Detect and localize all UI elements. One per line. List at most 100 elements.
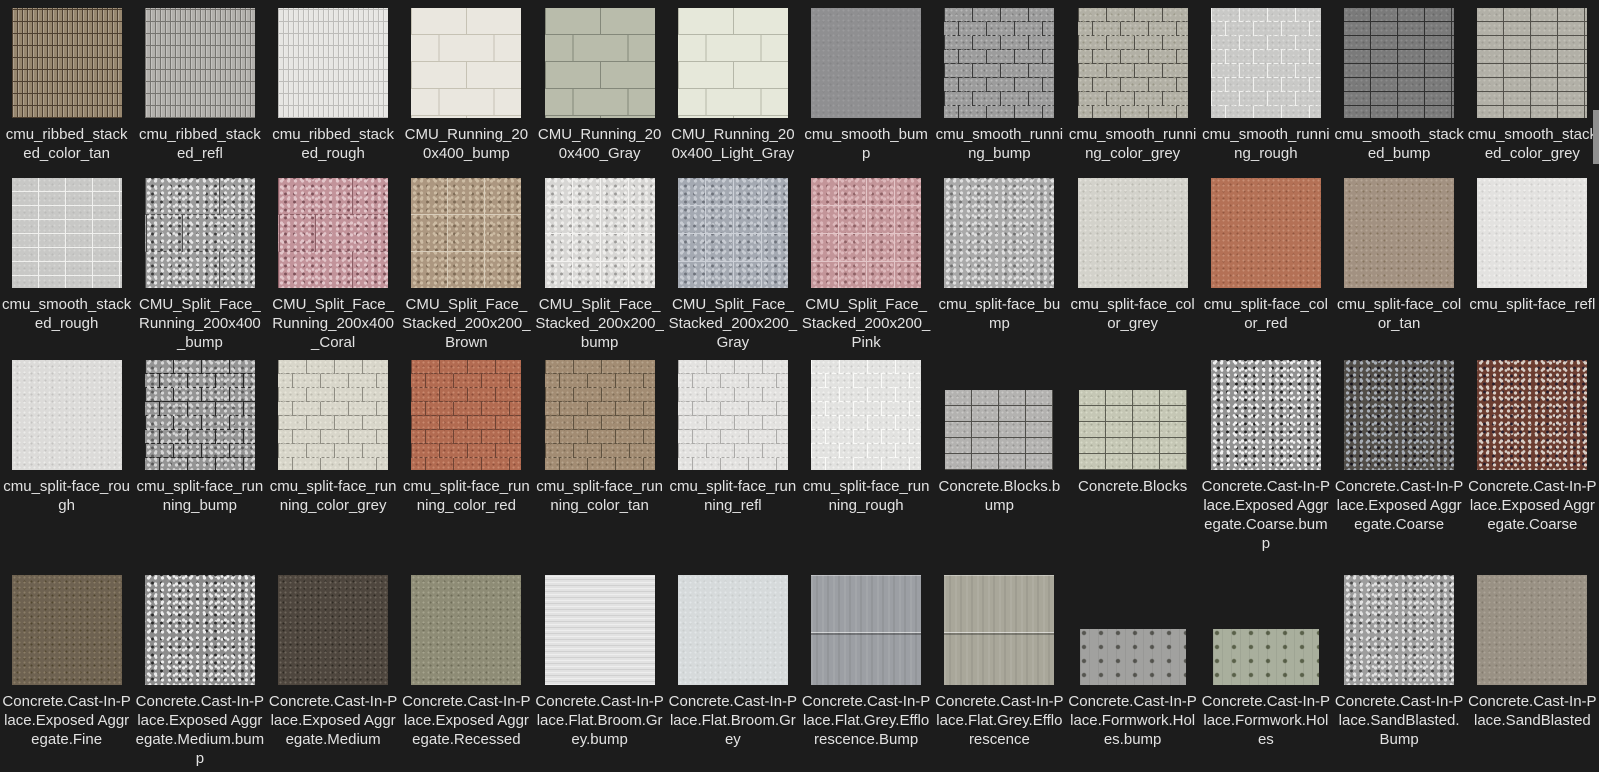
texture-thumb[interactable]	[945, 390, 1053, 470]
material-tile[interactable]: Concrete.Cast-In-Place.Flat.Grey.Efflore…	[800, 570, 933, 772]
texture-thumb[interactable]	[278, 178, 388, 288]
material-tile[interactable]: cmu_smooth_bump	[800, 0, 933, 172]
texture-thumb[interactable]	[12, 360, 122, 470]
texture-thumb[interactable]	[1080, 629, 1186, 685]
material-tile[interactable]: cmu_ribbed_stacked_color_tan	[0, 0, 133, 172]
texture-thumb[interactable]	[278, 8, 388, 118]
material-tile[interactable]: CMU_Split_Face_Stacked_200x200_Brown	[400, 172, 533, 354]
material-tile[interactable]: cmu_split-face_bump	[933, 172, 1066, 354]
material-tile[interactable]: Concrete.Cast-In-Place.SandBlasted.Bump	[1333, 570, 1466, 772]
texture-thumb[interactable]	[678, 8, 788, 118]
texture-thumb[interactable]	[1211, 360, 1321, 470]
texture-thumb[interactable]	[1344, 575, 1454, 685]
material-tile[interactable]: Concrete.Cast-In-Place.Flat.Broom.Grey	[666, 570, 799, 772]
material-tile[interactable]: cmu_ribbed_stacked_refl	[133, 0, 266, 172]
texture-thumb[interactable]	[545, 360, 655, 470]
texture-thumb[interactable]	[811, 8, 921, 118]
texture-label: cmu_smooth_bump	[801, 125, 931, 163]
texture-thumb[interactable]	[545, 178, 655, 288]
texture-thumb[interactable]	[411, 360, 521, 470]
texture-thumb[interactable]	[1078, 8, 1188, 118]
material-tile[interactable]: CMU_Split_Face_Stacked_200x200_bump	[533, 172, 666, 354]
material-tile[interactable]: Concrete.Blocks	[1066, 354, 1199, 570]
material-tile[interactable]: cmu_smooth_running_color_grey	[1066, 0, 1199, 172]
material-tile[interactable]: Concrete.Cast-In-Place.Exposed Aggregate…	[1333, 354, 1466, 570]
texture-thumb-area	[933, 360, 1066, 470]
material-tile[interactable]: CMU_Split_Face_Running_200x400_bump	[133, 172, 266, 354]
material-tile[interactable]: cmu_smooth_stacked_bump	[1333, 0, 1466, 172]
texture-thumb[interactable]	[12, 8, 122, 118]
material-tile[interactable]: CMU_Running_200x400_Gray	[533, 0, 666, 172]
material-tile[interactable]: Concrete.Cast-In-Place.Flat.Grey.Efflore…	[933, 570, 1066, 772]
texture-thumb[interactable]	[411, 575, 521, 685]
texture-thumb[interactable]	[1477, 360, 1587, 470]
texture-thumb[interactable]	[145, 360, 255, 470]
texture-thumb[interactable]	[12, 575, 122, 685]
material-tile[interactable]: cmu_split-face_color_grey	[1066, 172, 1199, 354]
material-tile[interactable]: Concrete.Cast-In-Place.Flat.Broom.Grey.b…	[533, 570, 666, 772]
material-tile[interactable]: cmu_split-face_refl	[1466, 172, 1599, 354]
material-tile[interactable]: CMU_Split_Face_Stacked_200x200_Pink	[800, 172, 933, 354]
material-tile[interactable]: CMU_Running_200x400_bump	[400, 0, 533, 172]
material-tile[interactable]: CMU_Running_200x400_Light_Gray	[666, 0, 799, 172]
material-tile[interactable]: Concrete.Cast-In-Place.Exposed Aggregate…	[133, 570, 266, 772]
material-tile[interactable]: cmu_ribbed_stacked_rough	[267, 0, 400, 172]
texture-thumb[interactable]	[678, 178, 788, 288]
scrollbar-track[interactable]	[1593, 0, 1599, 772]
texture-thumb[interactable]	[1344, 178, 1454, 288]
texture-thumb[interactable]	[1211, 8, 1321, 118]
material-tile[interactable]: cmu_split-face_running_refl	[666, 354, 799, 570]
material-tile[interactable]: cmu_split-face_running_bump	[133, 354, 266, 570]
material-tile[interactable]: cmu_split-face_rough	[0, 354, 133, 570]
material-tile[interactable]: CMU_Split_Face_Running_200x400_Coral	[267, 172, 400, 354]
material-tile[interactable]: cmu_split-face_running_rough	[800, 354, 933, 570]
texture-thumb[interactable]	[1477, 8, 1587, 118]
material-tile[interactable]: cmu_smooth_running_rough	[1199, 0, 1332, 172]
texture-thumb[interactable]	[1211, 178, 1321, 288]
texture-thumb[interactable]	[278, 360, 388, 470]
texture-thumb[interactable]	[145, 575, 255, 685]
texture-thumb[interactable]	[1079, 390, 1187, 470]
material-tile[interactable]: Concrete.Cast-In-Place.Exposed Aggregate…	[0, 570, 133, 772]
texture-thumb[interactable]	[811, 178, 921, 288]
material-tile[interactable]: Concrete.Cast-In-Place.Formwork.Holes	[1199, 570, 1332, 772]
material-tile[interactable]: Concrete.Cast-In-Place.Formwork.Holes.bu…	[1066, 570, 1199, 772]
material-tile[interactable]: Concrete.Cast-In-Place.Exposed Aggregate…	[1466, 354, 1599, 570]
material-tile[interactable]: cmu_smooth_running_bump	[933, 0, 1066, 172]
material-tile[interactable]: cmu_split-face_running_color_red	[400, 354, 533, 570]
texture-thumb[interactable]	[545, 8, 655, 118]
texture-thumb[interactable]	[411, 8, 521, 118]
texture-thumb[interactable]	[678, 575, 788, 685]
texture-thumb[interactable]	[1078, 178, 1188, 288]
texture-thumb[interactable]	[811, 360, 921, 470]
material-tile[interactable]: Concrete.Cast-In-Place.SandBlasted	[1466, 570, 1599, 772]
texture-thumb[interactable]	[1477, 178, 1587, 288]
scrollbar-thumb[interactable]	[1593, 110, 1599, 164]
texture-thumb[interactable]	[944, 178, 1054, 288]
texture-thumb[interactable]	[811, 575, 921, 685]
material-tile[interactable]: CMU_Split_Face_Stacked_200x200_Gray	[666, 172, 799, 354]
texture-thumb[interactable]	[1344, 360, 1454, 470]
texture-thumb[interactable]	[1344, 8, 1454, 118]
material-tile[interactable]: Concrete.Cast-In-Place.Exposed Aggregate…	[1199, 354, 1332, 570]
texture-thumb[interactable]	[145, 8, 255, 118]
texture-thumb[interactable]	[1213, 629, 1319, 685]
material-tile[interactable]: Concrete.Blocks.bump	[933, 354, 1066, 570]
material-tile[interactable]: cmu_split-face_color_tan	[1333, 172, 1466, 354]
texture-thumb[interactable]	[411, 178, 521, 288]
texture-thumb[interactable]	[278, 575, 388, 685]
texture-thumb[interactable]	[145, 178, 255, 288]
texture-thumb[interactable]	[944, 575, 1054, 685]
material-tile[interactable]: cmu_smooth_stacked_color_grey	[1466, 0, 1599, 172]
texture-thumb[interactable]	[944, 8, 1054, 118]
texture-thumb[interactable]	[12, 178, 122, 288]
material-tile[interactable]: Concrete.Cast-In-Place.Exposed Aggregate…	[267, 570, 400, 772]
texture-thumb[interactable]	[545, 575, 655, 685]
material-tile[interactable]: Concrete.Cast-In-Place.Exposed Aggregate…	[400, 570, 533, 772]
texture-thumb[interactable]	[1477, 575, 1587, 685]
material-tile[interactable]: cmu_split-face_running_color_grey	[267, 354, 400, 570]
material-tile[interactable]: cmu_split-face_running_color_tan	[533, 354, 666, 570]
material-tile[interactable]: cmu_smooth_stacked_rough	[0, 172, 133, 354]
material-tile[interactable]: cmu_split-face_color_red	[1199, 172, 1332, 354]
texture-thumb[interactable]	[678, 360, 788, 470]
